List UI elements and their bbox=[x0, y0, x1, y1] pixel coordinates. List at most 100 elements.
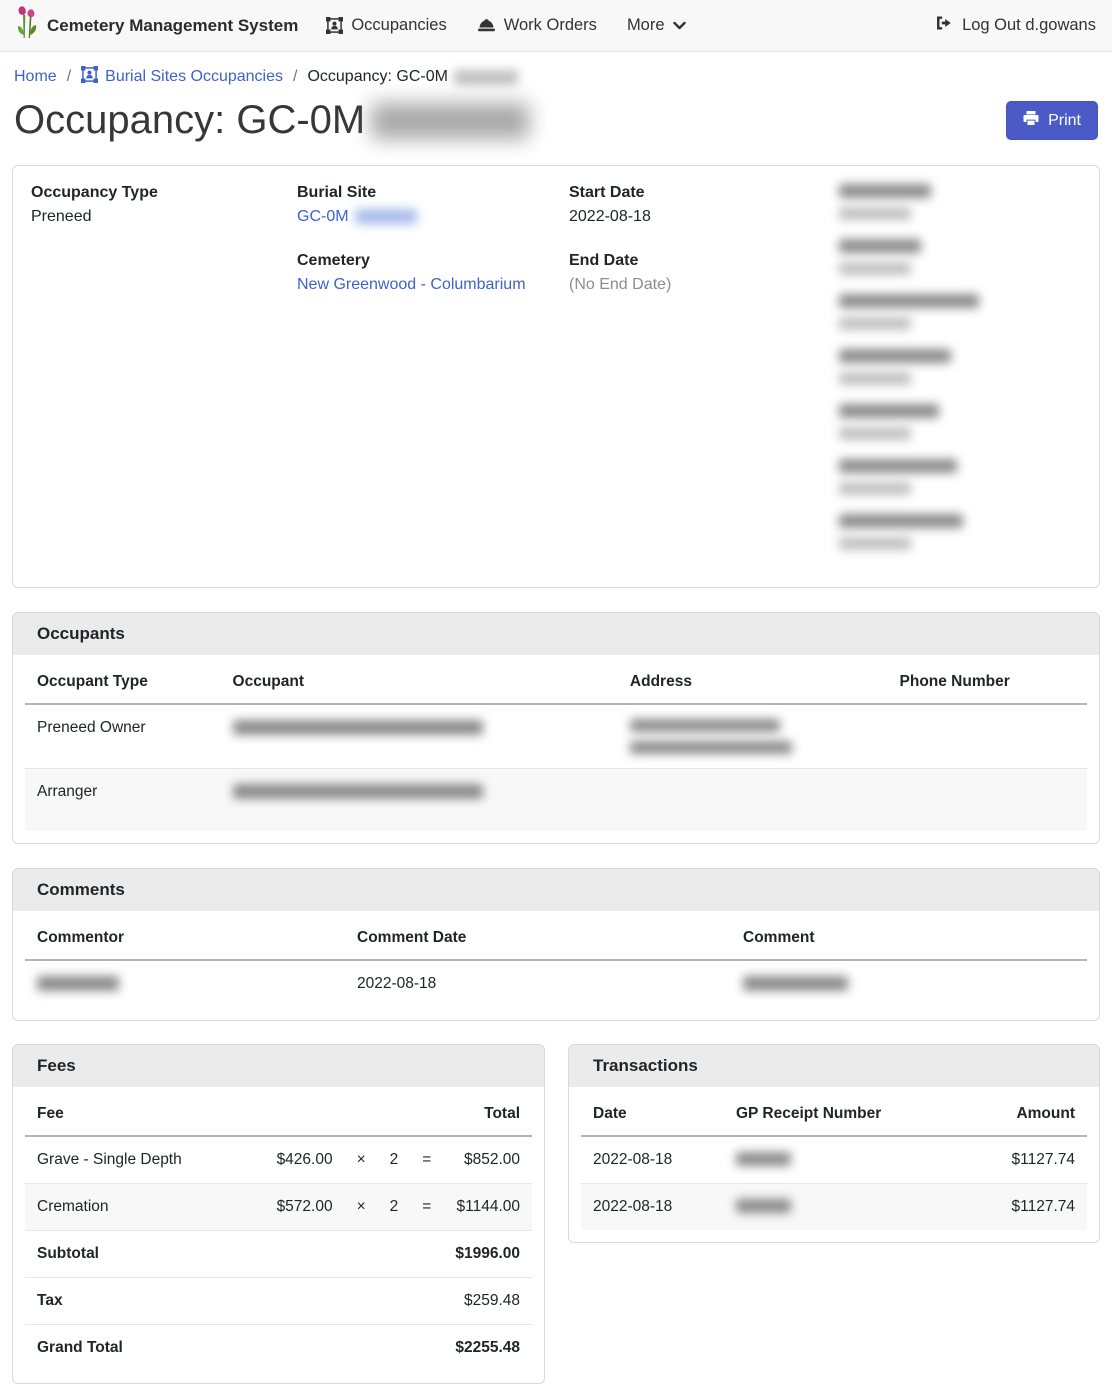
end-date-value: (No End Date) bbox=[569, 276, 839, 294]
fee-row: Grave - Single Depth $426.00 × 2 = $852.… bbox=[25, 1136, 532, 1184]
occupancy-plot-icon-blue bbox=[81, 66, 98, 88]
transaction-receipt-cell bbox=[724, 1136, 944, 1184]
col-gp-receipt-number: GP Receipt Number bbox=[724, 1091, 944, 1136]
printer-icon bbox=[1023, 110, 1039, 131]
logout-label: Log Out d.gowans bbox=[962, 16, 1096, 35]
occupant-address-cell bbox=[618, 769, 888, 831]
fee-row: Cremation $572.00 × 2 = $1144.00 bbox=[25, 1183, 532, 1230]
details-col-4-redacted bbox=[839, 184, 1081, 569]
bottom-row: Fees Fee Total Grave - Single Depth $426… bbox=[12, 1021, 1100, 1384]
fee-qty-cell: 2 bbox=[378, 1136, 411, 1184]
grand-total-row: Grand Total $2255.48 bbox=[25, 1324, 532, 1371]
print-button[interactable]: Print bbox=[1006, 101, 1098, 140]
occupancy-plot-icon bbox=[326, 17, 343, 34]
transaction-row: 2022-08-18 $1127.74 bbox=[581, 1183, 1087, 1230]
redacted-field bbox=[839, 239, 1081, 275]
logout-button[interactable]: Log Out d.gowans bbox=[935, 15, 1096, 36]
transaction-date-cell: 2022-08-18 bbox=[581, 1136, 724, 1184]
col-commentor: Commentor bbox=[25, 915, 345, 960]
subtotal-row: Subtotal $1996.00 bbox=[25, 1230, 532, 1277]
nav-more[interactable]: More bbox=[627, 16, 686, 35]
col-total: Total bbox=[443, 1091, 532, 1136]
nav-work-orders[interactable]: Work Orders bbox=[477, 16, 597, 35]
occupancy-type-value: Preneed bbox=[31, 208, 297, 226]
breadcrumb-separator: / bbox=[67, 68, 71, 86]
print-button-label: Print bbox=[1048, 112, 1081, 130]
redacted-field bbox=[839, 459, 1081, 495]
occupant-type-cell: Preneed Owner bbox=[25, 704, 221, 769]
fee-equals-cell: = bbox=[410, 1136, 443, 1184]
transactions-card: Transactions Date GP Receipt Number Amou… bbox=[568, 1044, 1100, 1243]
transactions-table: Date GP Receipt Number Amount 2022-08-18… bbox=[581, 1091, 1087, 1230]
fees-table: Fee Total Grave - Single Depth $426.00 ×… bbox=[25, 1091, 532, 1371]
col-comment: Comment bbox=[731, 915, 1087, 960]
tax-value: $259.48 bbox=[443, 1277, 532, 1324]
col-phone-number: Phone Number bbox=[888, 659, 1087, 704]
breadcrumb: Home / Burial Sites Occupancies / Occupa… bbox=[0, 52, 1112, 88]
occupant-phone-cell bbox=[888, 769, 1087, 831]
col-date: Date bbox=[581, 1091, 724, 1136]
occupant-type-cell: Arranger bbox=[25, 769, 221, 831]
fee-equals-cell: = bbox=[410, 1183, 443, 1230]
page-title-text: Occupancy: GC-0M bbox=[14, 98, 365, 143]
fees-card: Fees Fee Total Grave - Single Depth $426… bbox=[12, 1044, 545, 1384]
burial-site-text: GC-0M bbox=[297, 208, 349, 225]
details-col-1: Occupancy Type Preneed bbox=[31, 184, 297, 569]
transaction-amount-cell: $1127.74 bbox=[944, 1136, 1087, 1184]
col-occupant-type: Occupant Type bbox=[25, 659, 221, 704]
occupant-row: Preneed Owner bbox=[25, 704, 1087, 769]
fee-price-cell: $572.00 bbox=[265, 1183, 345, 1230]
col-comment-date: Comment Date bbox=[345, 915, 731, 960]
tulip-logo-icon bbox=[16, 6, 38, 45]
sign-out-icon bbox=[935, 15, 953, 36]
comment-row: 2022-08-18 bbox=[25, 960, 1087, 1008]
occupant-name-cell bbox=[221, 769, 618, 831]
burial-site-link[interactable]: GC-0M bbox=[297, 208, 349, 225]
hard-hat-icon bbox=[477, 18, 496, 34]
col-occupant: Occupant bbox=[221, 659, 618, 704]
comment-cell bbox=[731, 960, 1087, 1008]
navbar: Cemetery Management System Occupancies bbox=[0, 0, 1112, 52]
occupant-address-cell bbox=[618, 704, 888, 769]
transaction-row: 2022-08-18 $1127.74 bbox=[581, 1136, 1087, 1184]
transaction-receipt-cell bbox=[724, 1183, 944, 1230]
fee-name-cell: Cremation bbox=[25, 1183, 265, 1230]
cemetery-link[interactable]: New Greenwood - Columbarium bbox=[297, 276, 526, 293]
fee-qty-cell: 2 bbox=[378, 1183, 411, 1230]
start-date-value: 2022-08-18 bbox=[569, 208, 839, 226]
fee-total-cell: $1144.00 bbox=[443, 1183, 532, 1230]
fees-title: Fees bbox=[13, 1045, 544, 1087]
occupant-phone-cell bbox=[888, 704, 1087, 769]
grand-total-value: $2255.48 bbox=[443, 1324, 532, 1371]
breadcrumb-home[interactable]: Home bbox=[14, 68, 57, 86]
redacted-text bbox=[454, 70, 518, 85]
nav-work-orders-label: Work Orders bbox=[504, 16, 597, 35]
comments-table: Commentor Comment Date Comment 2022-08-1… bbox=[25, 915, 1087, 1008]
fee-total-cell: $852.00 bbox=[443, 1136, 532, 1184]
occupants-card: Occupants Occupant Type Occupant Address… bbox=[12, 612, 1100, 844]
nav-items: Occupancies Work Orders More bbox=[326, 16, 935, 35]
transactions-title: Transactions bbox=[569, 1045, 1099, 1087]
fee-times-cell: × bbox=[345, 1136, 378, 1184]
tax-label: Tax bbox=[25, 1277, 443, 1324]
occupancy-type-label: Occupancy Type bbox=[31, 184, 297, 202]
commentor-cell bbox=[25, 960, 345, 1008]
brand: Cemetery Management System bbox=[16, 6, 298, 45]
redacted-text bbox=[371, 103, 529, 139]
page-header: Occupancy: GC-0M Print bbox=[0, 88, 1112, 143]
fee-name-cell: Grave - Single Depth bbox=[25, 1136, 265, 1184]
chevron-down-icon bbox=[673, 21, 686, 30]
breadcrumb-occupancies[interactable]: Burial Sites Occupancies bbox=[81, 66, 283, 88]
occupant-name-cell bbox=[221, 704, 618, 769]
breadcrumb-occupancies-label: Burial Sites Occupancies bbox=[105, 68, 283, 86]
redacted-field bbox=[839, 294, 1081, 330]
comments-card: Comments Commentor Comment Date Comment … bbox=[12, 868, 1100, 1021]
breadcrumb-current: Occupancy: GC-0M bbox=[307, 68, 517, 86]
redacted-field bbox=[839, 349, 1081, 385]
redacted-field bbox=[839, 514, 1081, 550]
transaction-amount-cell: $1127.74 bbox=[944, 1183, 1087, 1230]
fee-price-cell: $426.00 bbox=[265, 1136, 345, 1184]
nav-more-label: More bbox=[627, 16, 665, 35]
end-date-label: End Date bbox=[569, 252, 839, 270]
nav-occupancies[interactable]: Occupancies bbox=[326, 16, 446, 35]
